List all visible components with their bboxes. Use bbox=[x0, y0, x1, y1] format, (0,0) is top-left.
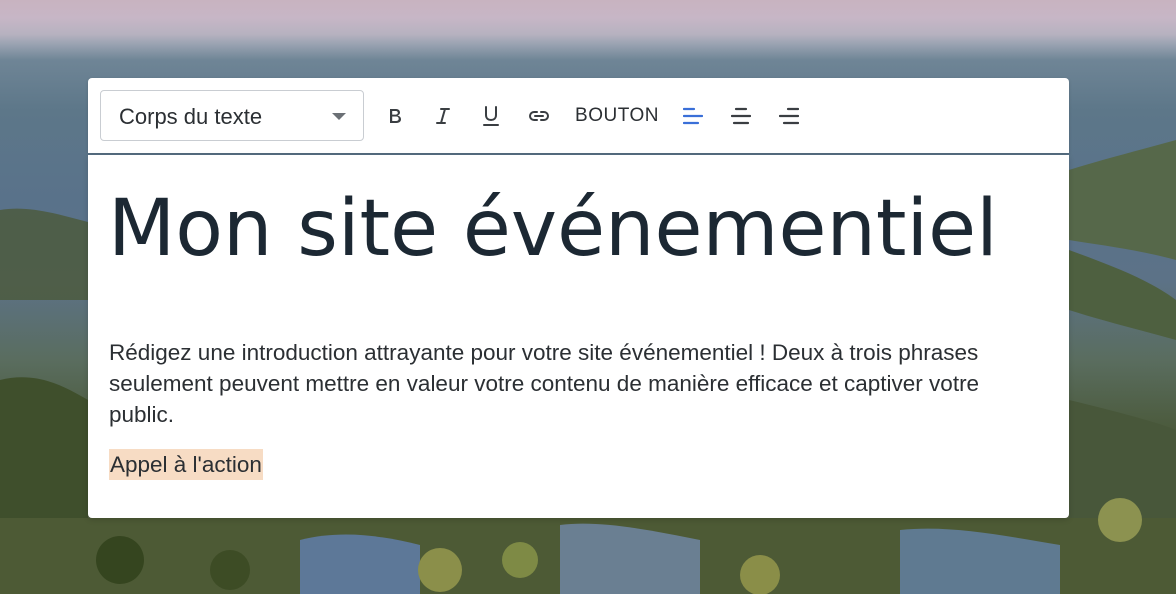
italic-icon bbox=[436, 108, 450, 124]
underline-button[interactable] bbox=[480, 100, 502, 132]
italic-button[interactable] bbox=[432, 100, 454, 132]
insert-button-label: BOUTON bbox=[575, 105, 659, 126]
align-center-button[interactable] bbox=[730, 100, 752, 132]
content-card[interactable]: Mon site événementiel Rédigez une introd… bbox=[88, 155, 1069, 518]
insert-button-button[interactable]: BOUTON bbox=[575, 100, 659, 132]
text-style-select-value: Corps du texte bbox=[119, 104, 263, 129]
link-button[interactable] bbox=[527, 100, 551, 132]
editor-toolbar: Corps du texte BOUTON bbox=[88, 78, 1069, 153]
intro-paragraph[interactable]: Rédigez une introduction attrayante pour… bbox=[109, 337, 1039, 430]
text-style-select[interactable]: Corps du texte bbox=[100, 90, 364, 141]
align-right-icon bbox=[779, 107, 799, 125]
bold-button[interactable] bbox=[384, 100, 406, 132]
page-title[interactable]: Mon site événementiel bbox=[108, 181, 998, 277]
align-right-button[interactable] bbox=[778, 100, 800, 132]
link-icon bbox=[528, 111, 550, 121]
align-left-button[interactable] bbox=[682, 100, 704, 132]
call-to-action-button[interactable]: Appel à l'action bbox=[109, 449, 263, 480]
align-left-icon bbox=[683, 107, 703, 125]
chevron-down-icon bbox=[332, 113, 346, 120]
underline-icon bbox=[483, 106, 499, 126]
align-center-icon bbox=[731, 107, 751, 125]
bold-icon bbox=[390, 109, 401, 123]
